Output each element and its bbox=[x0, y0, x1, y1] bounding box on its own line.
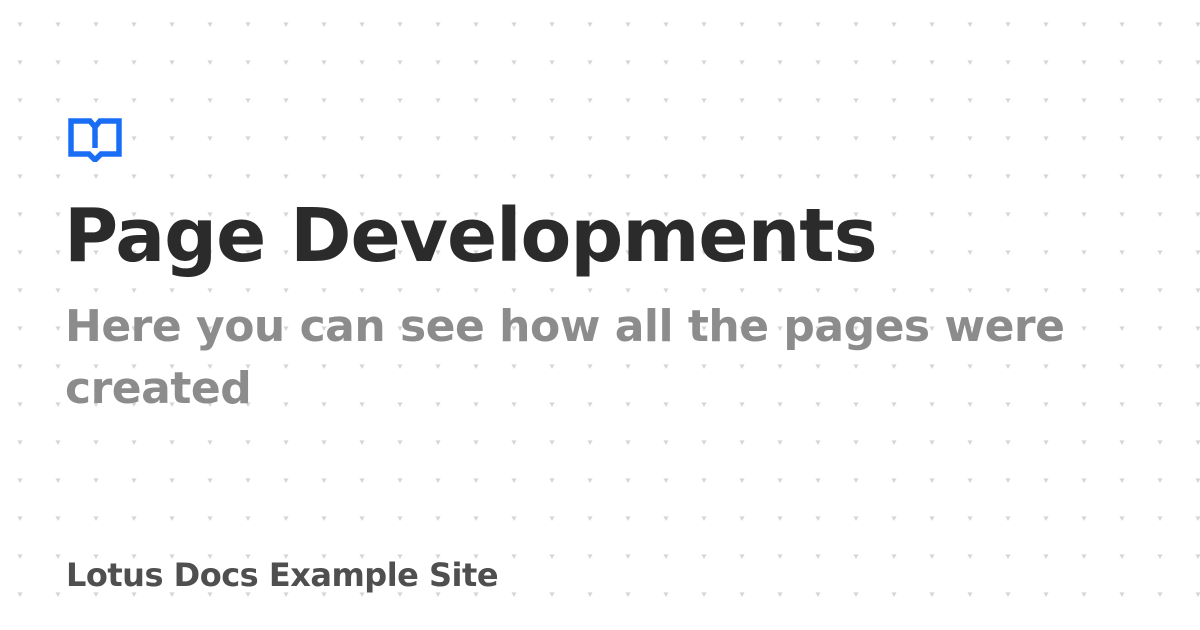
site-name: Lotus Docs Example Site bbox=[66, 556, 499, 594]
page-description: Here you can see how all the pages were … bbox=[65, 301, 1065, 414]
book-open-icon bbox=[68, 118, 122, 162]
page-title: Page Developments bbox=[64, 193, 878, 279]
social-preview-card: Page Developments Here you can see how a… bbox=[0, 0, 1200, 630]
